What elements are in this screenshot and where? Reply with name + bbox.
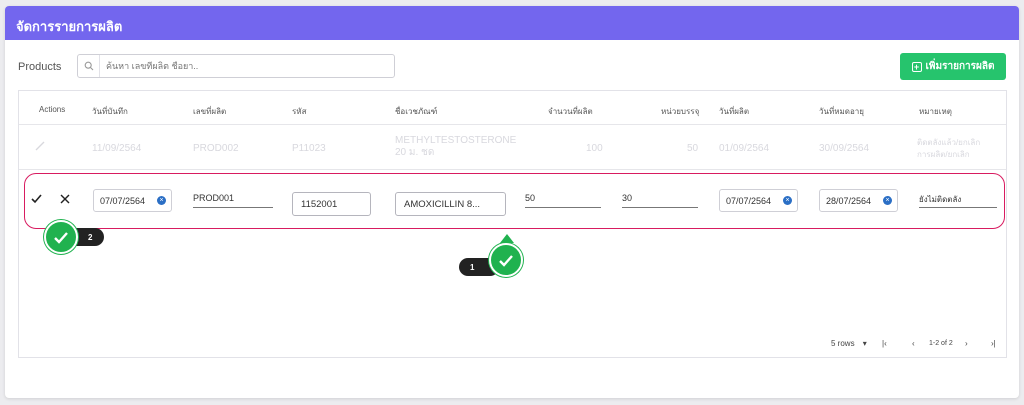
faded-qty: 100: [586, 143, 603, 154]
col-product-name: ชื่อเวชภัณฑ์: [395, 107, 438, 116]
faded-code: P11023: [292, 143, 326, 154]
next-page-icon[interactable]: ›: [965, 339, 968, 348]
lot-number-value: PROD001: [193, 193, 235, 203]
edit-icon[interactable]: [35, 141, 45, 155]
col-exp-date: วันที่หมดอายุ: [819, 107, 864, 116]
products-label: Products: [18, 61, 62, 73]
code-input[interactable]: 1152001: [292, 192, 371, 216]
quantity-value: 50: [525, 193, 536, 203]
faded-pack: 50: [687, 143, 699, 154]
lot-number-input[interactable]: PROD001: [193, 190, 273, 208]
search-box[interactable]: [77, 54, 395, 78]
pack-unit-value: 30: [622, 193, 633, 203]
faded-note-1: ติดตลังแล้ว/ยกเลิก: [917, 138, 981, 147]
exp-date-picker[interactable]: 28/07/2564 ×: [819, 189, 898, 212]
col-pack-unit: หน่วยบรรจุ: [661, 107, 700, 116]
note-value: ยังไม่ติดตลัง: [919, 195, 962, 204]
clear-date-icon[interactable]: ×: [157, 196, 166, 205]
page-title: จัดการรายการผลิต: [16, 19, 123, 34]
step-1-number: 1: [470, 262, 475, 272]
col-lot-number: เลขที่ผลิต: [193, 107, 227, 116]
rows-per-page-value: 5 rows: [831, 339, 855, 348]
col-actions: Actions: [39, 105, 66, 114]
search-input[interactable]: [100, 61, 380, 71]
page-range: 1-2 of 2: [929, 340, 953, 347]
product-name-select[interactable]: AMOXICILLIN 8...: [395, 192, 506, 216]
faded-name-2: 20 ม. ชด: [395, 147, 435, 158]
faded-note-2: การผลิต/ยกเลิก: [917, 150, 970, 159]
add-production-button[interactable]: + เพิ่มรายการผลิต: [900, 53, 1006, 80]
clear-mfg-date-icon[interactable]: ×: [783, 196, 792, 205]
faded-mfg: 01/09/2564: [719, 143, 770, 154]
col-record-date: วันที่บันทึก: [92, 107, 128, 116]
step-2-number: 2: [88, 232, 93, 242]
step-1-arrow-icon: [500, 234, 514, 243]
main-card: จัดการรายการผลิต Products + เพิ่มรายการผ…: [5, 6, 1019, 398]
col-code: รหัส: [292, 107, 307, 116]
record-date-value: 07/07/2564: [100, 195, 146, 206]
plus-icon: +: [911, 61, 922, 72]
search-icon: [78, 55, 100, 77]
step-1-check-icon: [489, 243, 523, 277]
mfg-date-value: 07/07/2564: [726, 195, 772, 206]
header-divider: [19, 124, 1006, 125]
last-page-icon[interactable]: ›|: [991, 339, 996, 348]
faded-date: 11/09/2564: [92, 143, 142, 154]
dropdown-arrow-icon: ▾: [862, 339, 867, 348]
pack-unit-input[interactable]: 30: [622, 190, 698, 208]
previous-page-icon[interactable]: ‹: [912, 339, 915, 348]
step-2-check-icon: [44, 220, 78, 254]
mfg-date-picker[interactable]: 07/07/2564 ×: [719, 189, 798, 212]
rows-per-page-select[interactable]: 5 rows ▾: [831, 339, 867, 348]
row-divider: [19, 169, 1006, 170]
faded-lot: PROD002: [193, 143, 239, 154]
quantity-input[interactable]: 50: [525, 190, 601, 208]
clear-exp-date-icon[interactable]: ×: [883, 196, 892, 205]
add-production-label: เพิ่มรายการผลิต: [925, 61, 995, 72]
first-page-icon[interactable]: |‹: [882, 339, 887, 348]
production-table: Actions วันที่บันทึก เลขที่ผลิต รหัส ชื่…: [18, 90, 1007, 358]
record-date-picker[interactable]: 07/07/2564 ×: [93, 189, 172, 212]
note-input[interactable]: ยังไม่ติดตลัง: [919, 190, 997, 208]
product-name-value: AMOXICILLIN 8...: [404, 198, 481, 210]
save-row-icon[interactable]: [31, 194, 42, 206]
code-value: 1152001: [301, 198, 338, 210]
cancel-row-icon[interactable]: [60, 194, 70, 206]
col-quantity: จำนวนที่ผลิต: [548, 107, 593, 116]
faded-name-1: METHYLTESTOSTERONE: [395, 135, 517, 146]
col-note: หมายเหตุ: [919, 107, 952, 116]
faded-exp: 30/09/2564: [819, 143, 870, 154]
page-header: จัดการรายการผลิต: [5, 6, 1019, 40]
exp-date-value: 28/07/2564: [826, 195, 872, 206]
col-mfg-date: วันที่ผลิต: [719, 107, 750, 116]
